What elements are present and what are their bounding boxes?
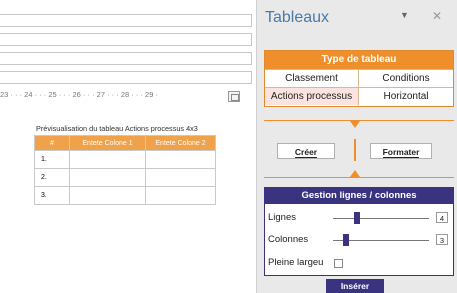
divider-vertical [354,139,356,161]
columns-slider-thumb[interactable] [343,234,349,246]
rows-slider-thumb[interactable] [354,212,360,224]
rows-value-field[interactable]: 4 [436,212,448,223]
type-option-horizontal[interactable]: Horizontal [359,87,453,105]
arrow-up-icon [350,170,360,177]
ruler: 23 · · · 24 · · · 25 · · · 26 · · · 27 ·… [0,90,158,99]
preview-table: # Entete Colone 1 Entete Colone 2 1. 2. … [34,135,216,205]
type-option-classement[interactable]: Classement [265,69,359,87]
table-cell[interactable] [69,168,146,187]
create-button[interactable]: Créer [277,143,335,159]
chevron-down-icon[interactable]: ▼ [400,10,409,20]
table-type-options: Classement Conditions Actions processus … [265,69,453,105]
table-cell[interactable] [69,150,146,169]
close-icon[interactable]: ✕ [432,9,442,23]
table-cell[interactable] [145,168,216,187]
table-header-row: # Entete Colone 1 Entete Colone 2 [34,135,216,151]
full-width-label: Pleine largeu [268,257,324,268]
input-line-2[interactable] [0,33,252,46]
type-option-actions-processus[interactable]: Actions processus [265,87,359,105]
table-type-header: Type de tableau [265,51,453,69]
type-option-conditions[interactable]: Conditions [359,69,453,87]
format-button[interactable]: Formater [370,143,432,159]
columns-label: Colonnes [268,234,309,245]
table-header-cell: # [34,135,70,151]
table-cell[interactable]: 1. [34,150,70,169]
insert-button[interactable]: Insérer [326,279,384,293]
rows-slider-track[interactable] [333,218,429,219]
panel-title: Tableaux [265,9,330,26]
rows-columns-section: Gestion lignes / colonnes Lignes 4 Colon… [264,187,454,276]
table-header-cell: Entete Colone 2 [145,135,216,151]
table-row: 2. [34,168,216,187]
columns-value-field[interactable]: 3 [436,234,448,245]
document-area: 23 · · · 24 · · · 25 · · · 26 · · · 27 ·… [0,0,256,293]
input-line-3[interactable] [0,52,252,65]
table-cell[interactable]: 2. [34,168,70,187]
table-cell[interactable] [69,186,146,205]
rows-label: Lignes [268,212,296,223]
table-row: 3. [34,186,216,205]
preview-caption: Prévisualisation du tableau Actions proc… [36,124,198,133]
arrow-down-icon [350,121,360,128]
tableaux-panel: Tableaux ▼ ✕ Type de tableau Classement … [256,0,457,293]
table-icon[interactable] [228,91,240,102]
table-cell[interactable]: 3. [34,186,70,205]
rows-columns-header: Gestion lignes / colonnes [265,188,453,204]
input-line-1[interactable] [0,14,252,27]
table-header-cell: Entete Colone 1 [69,135,146,151]
create-button-label: Créer [294,147,318,158]
full-width-checkbox[interactable] [334,259,343,268]
table-row: 1. [34,150,216,169]
table-cell[interactable] [145,186,216,205]
format-button-label: Formater [382,147,420,158]
table-cell[interactable] [145,150,216,169]
divider-line [264,177,454,178]
input-line-4[interactable] [0,71,252,84]
table-type-section: Type de tableau Classement Conditions Ac… [264,50,454,107]
